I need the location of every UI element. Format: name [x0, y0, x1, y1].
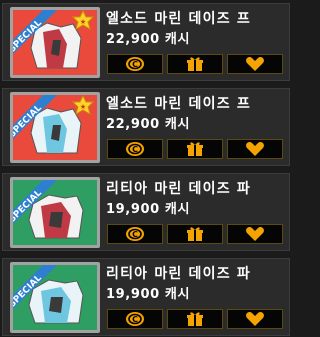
- item-name: 엘소드 마린 데이즈 프: [106, 11, 251, 27]
- wishlist-button[interactable]: [227, 54, 283, 74]
- gift-box-icon: [187, 142, 203, 156]
- svg-text:C: C: [132, 315, 138, 324]
- item-price: 22,900 캐시: [106, 117, 191, 132]
- cash-coin-icon: C: [126, 227, 144, 241]
- heart-icon: [246, 56, 264, 71]
- svg-text:C: C: [132, 145, 138, 154]
- item-thumbnail[interactable]: SPECIAL ★: [10, 92, 100, 163]
- gift-button[interactable]: [167, 139, 223, 159]
- heart-icon: [246, 141, 264, 156]
- svg-text:C: C: [132, 60, 138, 69]
- item-name: 리티아 마린 데이즈 파: [106, 266, 251, 282]
- wishlist-button[interactable]: [227, 309, 283, 329]
- outfit-detail: [49, 297, 63, 313]
- gift-box-icon: [187, 312, 203, 326]
- gift-button[interactable]: [167, 224, 223, 244]
- svg-text:C: C: [132, 230, 138, 239]
- cash-coin-icon: C: [126, 142, 144, 156]
- cash-coin-icon: C: [126, 57, 144, 71]
- svg-text:★: ★: [80, 103, 86, 111]
- item-price: 22,900 캐시: [106, 32, 191, 47]
- item-price: 19,900 캐시: [106, 287, 191, 302]
- wishlist-button[interactable]: [227, 139, 283, 159]
- wishlist-button[interactable]: [227, 224, 283, 244]
- gift-button[interactable]: [167, 309, 223, 329]
- buy-with-cash-button[interactable]: C: [107, 309, 163, 329]
- item-price: 19,900 캐시: [106, 202, 191, 217]
- item-name: 엘소드 마린 데이즈 프: [106, 96, 251, 112]
- shop-item-card[interactable]: SPECIAL 리티아 마린 데이즈 파 19,900 캐시 C: [2, 173, 290, 251]
- heart-icon: [246, 226, 264, 241]
- buy-with-cash-button[interactable]: C: [107, 54, 163, 74]
- heart-icon: [246, 311, 264, 326]
- outfit-detail: [49, 212, 63, 228]
- shop-item-card[interactable]: SPECIAL ★ 엘소드 마린 데이즈 프 22,900 캐시 C: [2, 3, 290, 81]
- item-name: 리티아 마린 데이즈 파: [106, 181, 251, 197]
- gift-button[interactable]: [167, 54, 223, 74]
- item-thumbnail[interactable]: SPECIAL: [10, 177, 100, 248]
- item-thumbnail[interactable]: SPECIAL: [10, 262, 100, 333]
- gift-box-icon: [187, 227, 203, 241]
- buy-with-cash-button[interactable]: C: [107, 224, 163, 244]
- shop-item-card[interactable]: SPECIAL ★ 엘소드 마린 데이즈 프 22,900 캐시 C: [2, 88, 290, 166]
- buy-with-cash-button[interactable]: C: [107, 139, 163, 159]
- shop-item-list: SPECIAL ★ 엘소드 마린 데이즈 프 22,900 캐시 C SPECI…: [0, 0, 295, 337]
- svg-text:★: ★: [80, 18, 86, 26]
- shop-item-card[interactable]: SPECIAL 리티아 마린 데이즈 파 19,900 캐시 C: [2, 258, 290, 336]
- gift-box-icon: [187, 57, 203, 71]
- cash-coin-icon: C: [126, 312, 144, 326]
- item-thumbnail[interactable]: SPECIAL ★: [10, 7, 100, 78]
